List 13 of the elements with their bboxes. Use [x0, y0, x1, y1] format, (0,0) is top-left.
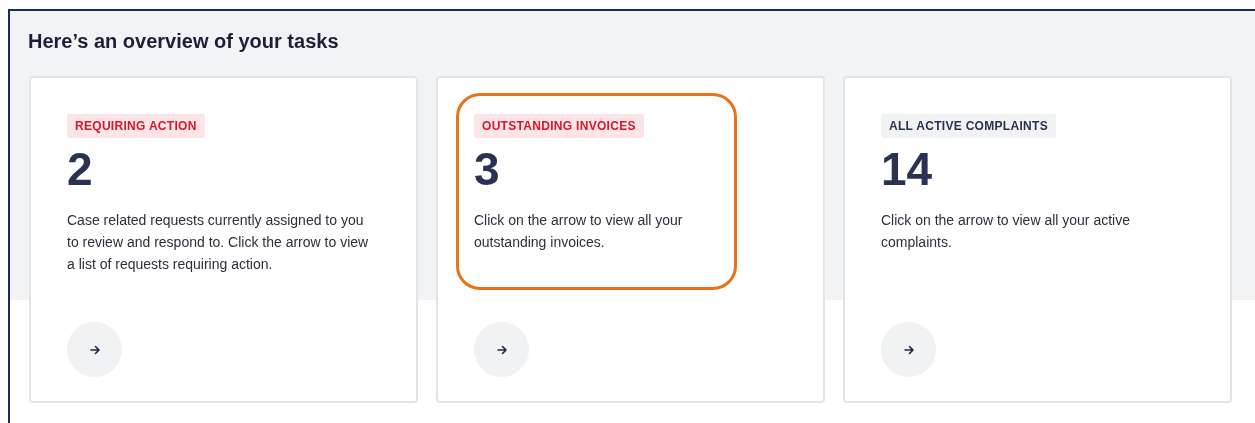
- task-count: 14: [881, 142, 933, 197]
- card-description: Click on the arrow to view all your active complaints.: [881, 211, 1131, 253]
- status-tag: REQUIRING ACTION: [67, 114, 205, 138]
- status-tag: ALL ACTIVE COMPLAINTS: [881, 114, 1056, 138]
- arrow-right-icon: [88, 343, 101, 356]
- arrow-right-icon: [902, 343, 915, 356]
- card-description: Click on the arrow to view all your outstanding invoices.: [474, 211, 684, 253]
- task-count: 3: [474, 142, 500, 197]
- arrow-right-icon: [495, 343, 508, 356]
- card-description: Case related requests currently assigned to you to review and respond to. Click the arrow to view a list of requests requiring action.: [67, 211, 370, 275]
- task-count: 2: [67, 142, 93, 197]
- page-heading: Here’s an overview of your tasks: [28, 29, 340, 54]
- status-tag: OUTSTANDING INVOICES: [474, 114, 644, 138]
